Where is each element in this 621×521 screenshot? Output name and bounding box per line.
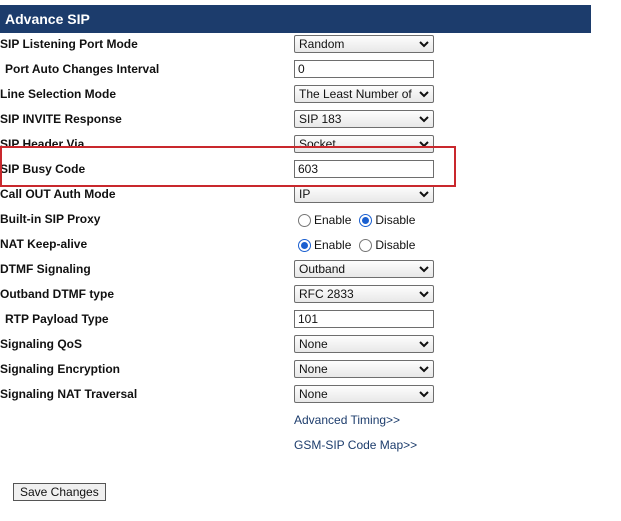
builtin-sip-proxy-disable-radio[interactable] xyxy=(359,213,373,227)
select-value: Outband xyxy=(299,262,346,276)
row-outband-dtmf-type: Outband DTMF type RFC 2833 xyxy=(0,282,591,307)
label-sip-invite-response: SIP INVITE Response xyxy=(0,112,122,126)
label-rtp-payload-type: RTP Payload Type xyxy=(5,312,109,326)
radio-label-enable: Enable xyxy=(314,238,352,252)
select-value: None xyxy=(299,362,328,376)
select-value: None xyxy=(299,337,328,351)
label-dtmf-signaling: DTMF Signaling xyxy=(0,262,91,276)
select-sip-invite-response[interactable]: SIP 183 xyxy=(294,110,434,128)
row-sip-invite-response: SIP INVITE Response SIP 183 xyxy=(0,107,591,132)
select-value: SIP 183 xyxy=(299,112,342,126)
nat-keep-alive-radio-group: Enable Disable xyxy=(298,236,423,254)
label-sip-header-via: SIP Header Via xyxy=(0,137,85,151)
row-listening-port-mode: SIP Listening Port Mode Random xyxy=(0,32,591,57)
label-listening-port-mode: SIP Listening Port Mode xyxy=(0,37,138,51)
chevron-down-icon xyxy=(419,91,429,98)
sip-busy-code-input[interactable]: 603 xyxy=(294,160,434,178)
select-value: Socket xyxy=(299,137,336,151)
label-signaling-encryption: Signaling Encryption xyxy=(0,362,121,376)
section-header: Advance SIP xyxy=(0,5,591,33)
label-nat-keep-alive: NAT Keep-alive xyxy=(0,237,88,251)
gsm-sip-code-map-link[interactable]: GSM-SIP Code Map>> xyxy=(294,438,417,452)
row-sip-header-via: SIP Header Via Socket xyxy=(0,132,591,157)
row-signaling-encryption: Signaling Encryption None xyxy=(0,357,591,382)
select-call-out-auth-mode[interactable]: IP xyxy=(294,185,434,203)
chevron-down-icon xyxy=(419,41,429,48)
label-line-selection-mode: Line Selection Mode xyxy=(0,87,117,101)
row-builtin-sip-proxy: Built-in SIP Proxy Enable Disable xyxy=(0,207,591,232)
select-value: The Least Number of Calls xyxy=(299,87,415,101)
label-port-auto-changes-interval: Port Auto Changes Interval xyxy=(5,62,160,76)
nat-keep-alive-disable-radio[interactable] xyxy=(359,238,373,252)
radio-label-disable: Disable xyxy=(375,213,416,227)
row-dtmf-signaling: DTMF Signaling Outband xyxy=(0,257,591,282)
label-signaling-nat-traversal: Signaling NAT Traversal xyxy=(0,387,138,401)
chevron-down-icon xyxy=(419,191,429,198)
chevron-down-icon xyxy=(419,391,429,398)
radio-label-disable: Disable xyxy=(375,238,416,252)
select-outband-dtmf-type[interactable]: RFC 2833 xyxy=(294,285,434,303)
select-value: IP xyxy=(299,187,311,201)
select-value: Random xyxy=(299,37,345,51)
chevron-down-icon xyxy=(419,341,429,348)
row-call-out-auth-mode: Call OUT Auth Mode IP xyxy=(0,182,591,207)
select-line-selection-mode[interactable]: The Least Number of Calls xyxy=(294,85,434,103)
builtin-sip-proxy-radio-group: Enable Disable xyxy=(298,211,423,229)
builtin-sip-proxy-enable-radio[interactable] xyxy=(298,213,311,227)
label-call-out-auth-mode: Call OUT Auth Mode xyxy=(0,187,116,201)
select-value: RFC 2833 xyxy=(299,287,354,301)
chevron-down-icon xyxy=(419,291,429,298)
select-signaling-encryption[interactable]: None xyxy=(294,360,434,378)
row-nat-keep-alive: NAT Keep-alive Enable Disable xyxy=(0,232,591,257)
chevron-down-icon xyxy=(419,366,429,373)
select-signaling-nat-traversal[interactable]: None xyxy=(294,385,434,403)
row-port-auto-changes-interval: Port Auto Changes Interval 0 xyxy=(0,57,591,82)
nat-keep-alive-enable-radio[interactable] xyxy=(298,238,311,252)
select-listening-port-mode[interactable]: Random xyxy=(294,35,434,53)
select-sip-header-via[interactable]: Socket xyxy=(294,135,434,153)
chevron-down-icon xyxy=(419,141,429,148)
row-sip-busy-code: SIP Busy Code 603 xyxy=(0,157,591,182)
select-value: None xyxy=(299,387,328,401)
row-signaling-nat-traversal: Signaling NAT Traversal None xyxy=(0,382,591,407)
label-signaling-qos: Signaling QoS xyxy=(0,337,83,351)
select-signaling-qos[interactable]: None xyxy=(294,335,434,353)
section-title: Advance SIP xyxy=(5,11,90,27)
chevron-down-icon xyxy=(419,116,429,123)
row-line-selection-mode: Line Selection Mode The Least Number of … xyxy=(0,82,591,107)
row-rtp-payload-type: RTP Payload Type 101 xyxy=(0,307,591,332)
label-builtin-sip-proxy: Built-in SIP Proxy xyxy=(0,212,101,226)
select-dtmf-signaling[interactable]: Outband xyxy=(294,260,434,278)
label-sip-busy-code: SIP Busy Code xyxy=(0,162,86,176)
port-auto-changes-interval-input[interactable]: 0 xyxy=(294,60,434,78)
radio-label-enable: Enable xyxy=(314,213,352,227)
row-signaling-qos: Signaling QoS None xyxy=(0,332,591,357)
advanced-timing-link[interactable]: Advanced Timing>> xyxy=(294,413,400,427)
save-changes-button[interactable]: Save Changes xyxy=(13,483,106,501)
rtp-payload-type-input[interactable]: 101 xyxy=(294,310,434,328)
chevron-down-icon xyxy=(419,266,429,273)
label-outband-dtmf-type: Outband DTMF type xyxy=(0,287,114,301)
